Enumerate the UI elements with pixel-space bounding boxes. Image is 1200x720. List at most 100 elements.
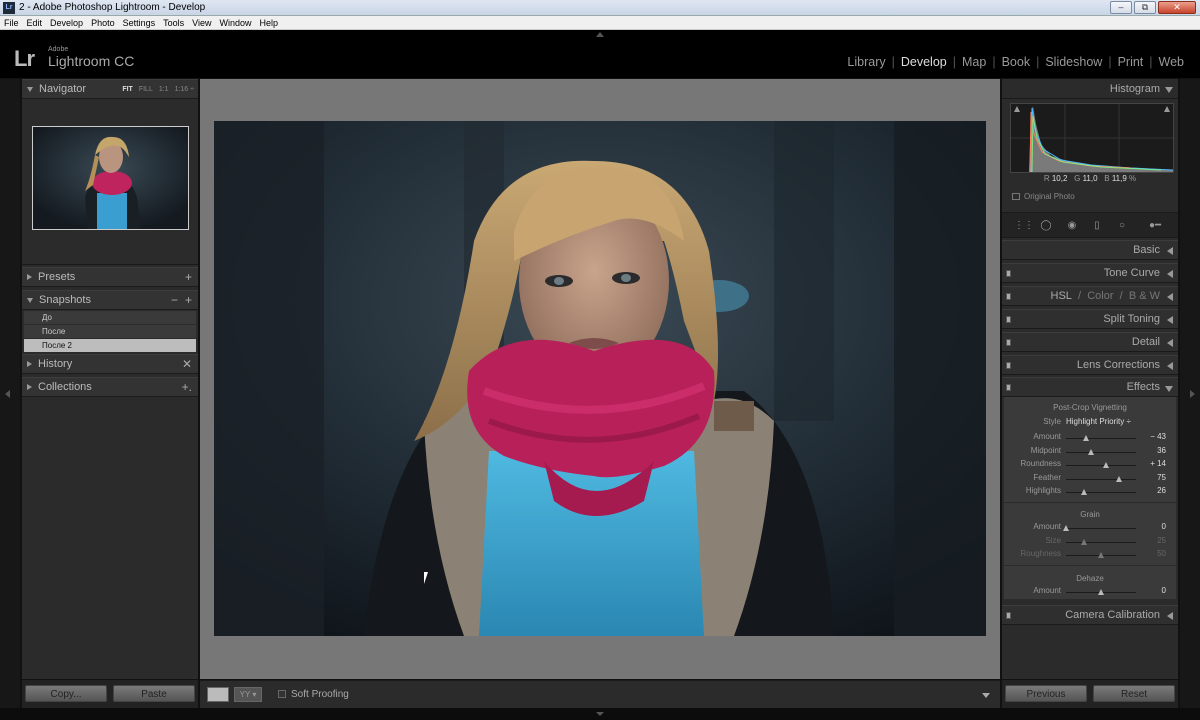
adjustment-brush-icon[interactable]: ●━ <box>1142 219 1168 233</box>
slider-value[interactable]: 50 <box>1157 549 1166 558</box>
histogram-graph[interactable] <box>1010 103 1174 173</box>
camera-calibration-header[interactable]: Camera Calibration <box>1002 605 1178 625</box>
slider-track[interactable] <box>1066 465 1136 466</box>
zoom-1-1[interactable]: 1:1 <box>159 86 169 93</box>
slider-thumb-icon[interactable] <box>1080 538 1087 545</box>
panel-toggle-switch-icon[interactable] <box>1006 293 1011 300</box>
histogram-header[interactable]: Histogram <box>1002 79 1178 99</box>
snapshot-item[interactable]: После <box>24 325 196 339</box>
panel-toggle-switch-icon[interactable] <box>1006 362 1011 369</box>
previous-button[interactable]: Previous <box>1005 685 1087 702</box>
module-slideshow[interactable]: Slideshow <box>1039 55 1108 69</box>
module-library[interactable]: Library <box>841 55 891 69</box>
snapshot-item-selected[interactable]: После 2 <box>24 339 196 353</box>
slider-value[interactable]: 75 <box>1157 473 1166 482</box>
copy-settings-button[interactable]: Copy... <box>25 685 107 702</box>
module-develop[interactable]: Develop <box>895 55 953 69</box>
slider-track[interactable] <box>1066 438 1136 439</box>
add-preset-button[interactable]: + <box>185 270 192 284</box>
paste-settings-button[interactable]: Paste <box>113 685 195 702</box>
slider-thumb-icon[interactable] <box>1063 525 1069 531</box>
expand-filmstrip-icon[interactable] <box>596 712 604 716</box>
spot-removal-icon[interactable]: ◯ <box>1039 219 1053 233</box>
menu-file[interactable]: File <box>0 18 23 28</box>
basic-header[interactable]: Basic <box>1002 240 1178 260</box>
bw-tab[interactable]: B & W <box>1129 290 1160 302</box>
slider-value[interactable]: 36 <box>1157 446 1166 455</box>
menu-develop[interactable]: Develop <box>46 18 87 28</box>
navigator-header[interactable]: Navigator FIT FILL 1:1 1:16 ÷ <box>22 79 198 99</box>
collapse-right-panel-icon[interactable] <box>1190 390 1195 398</box>
slider-value[interactable]: 0 <box>1162 586 1166 595</box>
slider-thumb-icon[interactable] <box>1102 462 1109 468</box>
clear-history-button[interactable]: ✕ <box>182 357 192 371</box>
panel-toggle-switch-icon[interactable] <box>1006 384 1011 391</box>
lens-corrections-header[interactable]: Lens Corrections <box>1002 355 1178 375</box>
slider-value[interactable]: 25 <box>1157 536 1166 545</box>
slider-value[interactable]: + 14 <box>1150 459 1166 468</box>
toolbar-options-dropdown-icon[interactable] <box>982 693 990 698</box>
red-eye-icon[interactable]: ◉ <box>1065 219 1079 233</box>
crop-overlay-icon[interactable]: ⋮⋮ <box>1014 219 1034 233</box>
snapshot-item[interactable]: До <box>24 311 196 325</box>
slider-thumb-icon[interactable] <box>1088 448 1095 455</box>
history-header[interactable]: History ✕ <box>22 354 198 374</box>
graduated-filter-icon[interactable]: ▯ <box>1090 219 1104 233</box>
zoom-fill[interactable]: FILL <box>139 86 153 93</box>
color-tab[interactable]: Color <box>1087 290 1113 302</box>
panel-toggle-switch-icon[interactable] <box>1006 339 1011 346</box>
presets-header[interactable]: Presets + <box>22 267 198 287</box>
main-photo[interactable] <box>214 121 986 636</box>
slider-track[interactable] <box>1066 541 1136 543</box>
radial-filter-icon[interactable]: ○ <box>1115 219 1129 233</box>
slider-thumb-icon[interactable] <box>1098 589 1104 595</box>
add-collection-button[interactable]: +. <box>182 380 192 394</box>
loupe-view-button[interactable] <box>207 687 229 702</box>
panel-toggle-switch-icon[interactable] <box>1006 316 1011 323</box>
add-snapshot-button[interactable]: + <box>185 293 192 307</box>
menu-view[interactable]: View <box>188 18 215 28</box>
menu-photo[interactable]: Photo <box>87 18 119 28</box>
effects-header[interactable]: Effects <box>1002 377 1178 397</box>
menu-edit[interactable]: Edit <box>23 18 47 28</box>
module-web[interactable]: Web <box>1153 55 1190 69</box>
slider-thumb-icon[interactable] <box>1082 435 1089 441</box>
before-after-view-button[interactable]: YY ▾ <box>234 687 262 702</box>
split-toning-header[interactable]: Split Toning <box>1002 309 1178 329</box>
minimize-button[interactable]: ‒ <box>1110 1 1132 14</box>
slider-track[interactable] <box>1066 451 1136 453</box>
navigator-thumbnail[interactable] <box>32 126 189 230</box>
menu-window[interactable]: Window <box>216 18 256 28</box>
panel-toggle-switch-icon[interactable] <box>1006 612 1011 619</box>
hsl-color-bw-header[interactable]: HSL / Color / B & W <box>1002 286 1178 306</box>
hsl-tab[interactable]: HSL <box>1051 290 1072 302</box>
module-book[interactable]: Book <box>996 55 1037 69</box>
menu-help[interactable]: Help <box>256 18 283 28</box>
slider-track[interactable] <box>1066 492 1136 493</box>
zoom-1-16[interactable]: 1:16 ÷ <box>175 86 194 93</box>
collapse-left-panel-icon[interactable] <box>5 390 10 398</box>
slider-track[interactable] <box>1066 528 1136 529</box>
slider-value[interactable]: 26 <box>1157 486 1166 495</box>
snapshots-header[interactable]: Snapshots − + <box>22 290 198 310</box>
collapse-top-panel-icon[interactable] <box>596 32 604 37</box>
detail-header[interactable]: Detail <box>1002 332 1178 352</box>
zoom-fit[interactable]: FIT <box>122 86 133 93</box>
module-map[interactable]: Map <box>956 55 992 69</box>
vignette-style-dropdown[interactable]: Highlight Priority ÷ <box>1066 417 1131 426</box>
close-button[interactable]: ✕ <box>1158 1 1196 14</box>
slider-value[interactable]: − 43 <box>1150 432 1166 441</box>
slider-thumb-icon[interactable] <box>1081 489 1088 495</box>
reset-button[interactable]: Reset <box>1093 685 1175 702</box>
panel-toggle-switch-icon[interactable] <box>1006 270 1011 277</box>
remove-snapshot-button[interactable]: − <box>171 293 178 307</box>
slider-thumb-icon[interactable] <box>1098 552 1104 558</box>
module-print[interactable]: Print <box>1112 55 1150 69</box>
slider-thumb-icon[interactable] <box>1115 475 1122 482</box>
slider-track[interactable] <box>1066 478 1136 480</box>
menu-tools[interactable]: Tools <box>159 18 188 28</box>
tone-curve-header[interactable]: Tone Curve <box>1002 263 1178 283</box>
maximize-button[interactable]: ⧉ <box>1134 1 1156 14</box>
collections-header[interactable]: Collections +. <box>22 377 198 397</box>
soft-proofing-checkbox[interactable] <box>278 690 286 698</box>
